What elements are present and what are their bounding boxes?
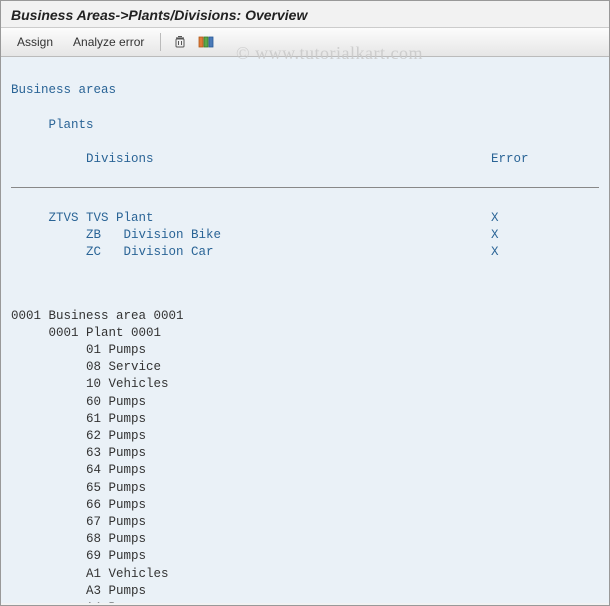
tree-row-text: 61 Pumps — [11, 411, 491, 428]
error-row: ZTVS TVS PlantX — [11, 210, 599, 227]
error-row: ZC Division CarX — [11, 244, 599, 261]
error-flag: X — [491, 227, 551, 244]
tree-row-text: 10 Vehicles — [11, 376, 491, 393]
error-flag: X — [491, 244, 551, 261]
tree-row-text: A1 Vehicles — [11, 566, 491, 583]
toolbar: Assign Analyze error — [1, 27, 609, 57]
tree-row-text: 66 Pumps — [11, 497, 491, 514]
tree-row: 63 Pumps — [11, 445, 599, 462]
error-row: ZB Division BikeX — [11, 227, 599, 244]
tree-row: 61 Pumps — [11, 411, 599, 428]
error-row-text: ZTVS TVS Plant — [11, 210, 491, 227]
tree-row: 62 Pumps — [11, 428, 599, 445]
tree-row-text: 67 Pumps — [11, 514, 491, 531]
tree-row-text: 01 Pumps — [11, 342, 491, 359]
tree-row: 68 Pumps — [11, 531, 599, 548]
page-title: Business Areas->Plants/Divisions: Overvi… — [1, 1, 609, 27]
tree-row-text: 62 Pumps — [11, 428, 491, 445]
tree-row-text: 60 Pumps — [11, 394, 491, 411]
tree-row-text: 64 Pumps — [11, 462, 491, 479]
tree-row-text: A3 Pumps — [11, 583, 491, 600]
toolbar-separator — [160, 33, 161, 51]
divider — [11, 187, 599, 188]
tree-row-text: 63 Pumps — [11, 445, 491, 462]
tree-row: 0001 Plant 0001 — [11, 325, 599, 342]
tree-row: 60 Pumps — [11, 394, 599, 411]
tree-row: 10 Vehicles — [11, 376, 599, 393]
error-row-text: ZB Division Bike — [11, 227, 491, 244]
header-business-areas: Business areas — [11, 82, 599, 99]
tree-row: 67 Pumps — [11, 514, 599, 531]
assign-button[interactable]: Assign — [9, 33, 61, 51]
tree-row-text: 65 Pumps — [11, 480, 491, 497]
tree-row: 69 Pumps — [11, 548, 599, 565]
error-flag: X — [491, 210, 551, 227]
header-error: Error — [491, 151, 551, 168]
tree-row-text: 69 Pumps — [11, 548, 491, 565]
content-area: Business areas Plants Divisions Error ZTV… — [1, 57, 609, 603]
tree-row: A1 Vehicles — [11, 566, 599, 583]
tree-row-text: 0001 Plant 0001 — [11, 325, 491, 342]
delete-icon[interactable] — [169, 32, 191, 52]
tree-row-text: A4 Pumps — [11, 600, 491, 603]
error-row-text: ZC Division Car — [11, 244, 491, 261]
header-divisions: Divisions — [11, 152, 154, 166]
tree-row: 64 Pumps — [11, 462, 599, 479]
tree-row-text: 08 Service — [11, 359, 491, 376]
tree-row: 08 Service — [11, 359, 599, 376]
tree-row: 0001 Business area 0001 — [11, 308, 599, 325]
header-plants: Plants — [11, 118, 94, 132]
tree-row: 65 Pumps — [11, 480, 599, 497]
tree-row-text: 68 Pumps — [11, 531, 491, 548]
tree-row-text: 0001 Business area 0001 — [11, 308, 491, 325]
tree-row: A4 Pumps — [11, 600, 599, 603]
tree-row: 66 Pumps — [11, 497, 599, 514]
tree-row: 01 Pumps — [11, 342, 599, 359]
layout-icon[interactable] — [195, 32, 217, 52]
tree-row: A3 Pumps — [11, 583, 599, 600]
analyze-error-button[interactable]: Analyze error — [65, 33, 152, 51]
